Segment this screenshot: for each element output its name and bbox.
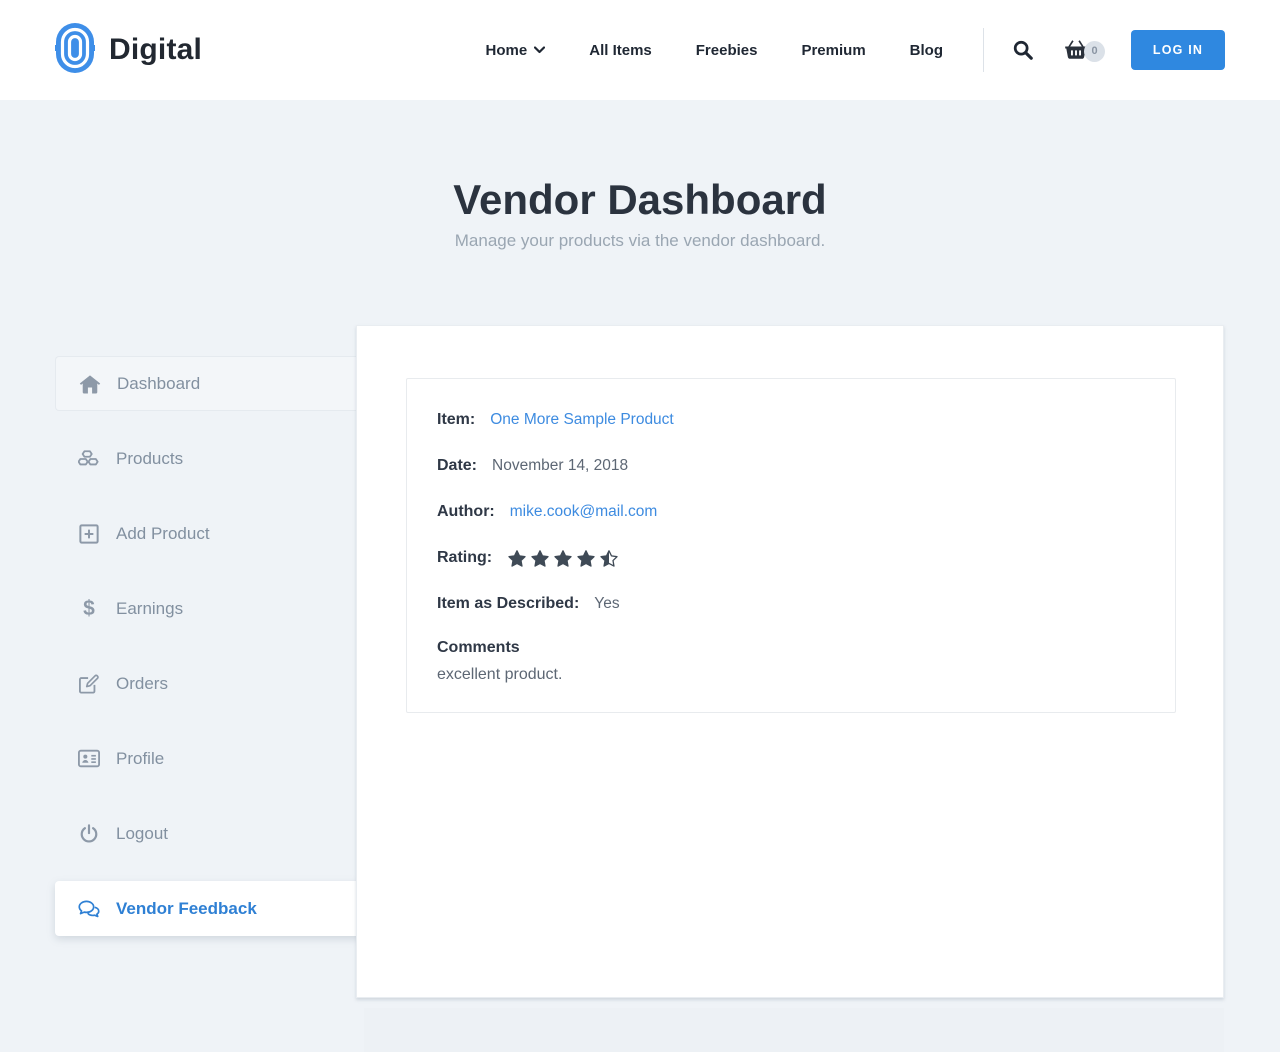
author-email-link[interactable]: mike.cook@mail.com	[510, 503, 658, 521]
sidebar-item-products[interactable]: Products	[55, 431, 366, 486]
plus-square-icon	[78, 524, 100, 544]
sidebar-item-profile[interactable]: Profile	[55, 731, 366, 786]
dollar-icon: $	[78, 598, 100, 619]
login-button[interactable]: LOG IN	[1131, 30, 1225, 70]
fingerprint-logo-icon	[55, 22, 95, 79]
nav-item-all-items[interactable]: All Items	[589, 42, 652, 59]
search-icon[interactable]	[1012, 39, 1034, 61]
nav-item-premium[interactable]: Premium	[801, 42, 865, 59]
sidebar-item-label: Add Product	[116, 524, 210, 544]
sidebar-item-orders[interactable]: Orders	[55, 656, 366, 711]
rating-label: Rating:	[437, 549, 492, 567]
sidebar-item-label: Orders	[116, 674, 168, 694]
sidebar-item-logout[interactable]: Logout	[55, 806, 366, 861]
comments-icon	[78, 899, 100, 919]
date-label: Date:	[437, 457, 477, 475]
comments-text: excellent product.	[437, 666, 1145, 684]
home-icon	[79, 374, 101, 394]
nav-divider	[983, 28, 984, 72]
nav-item-freebies[interactable]: Freebies	[696, 42, 758, 59]
brand-logo[interactable]: Digital	[55, 22, 202, 79]
cart-button[interactable]: 0	[1064, 39, 1105, 62]
feedback-author-row: Author: mike.cook@mail.com	[437, 501, 1145, 523]
sidebar-item-label: Earnings	[116, 599, 183, 619]
page-subtitle: Manage your products via the vendor dash…	[0, 231, 1280, 251]
feedback-described-row: Item as Described: Yes	[437, 593, 1145, 615]
feedback-panel: Item: One More Sample Product Date: Nove…	[356, 325, 1224, 998]
top-navbar: Digital Home All Items Freebies Premium …	[0, 0, 1280, 100]
date-value: November 14, 2018	[492, 457, 628, 475]
nav-item-home[interactable]: Home	[486, 42, 546, 59]
sidebar-item-dashboard[interactable]: Dashboard	[55, 356, 366, 411]
sidebar-item-vendor-feedback[interactable]: Vendor Feedback	[55, 881, 366, 936]
sidebar-item-label: Dashboard	[117, 374, 200, 394]
nav-item-blog[interactable]: Blog	[910, 42, 943, 59]
sidebar-item-label: Products	[116, 449, 183, 469]
item-link[interactable]: One More Sample Product	[490, 411, 674, 429]
author-label: Author:	[437, 503, 495, 521]
edit-icon	[78, 674, 100, 694]
feedback-date-row: Date: November 14, 2018	[437, 455, 1145, 477]
sidebar-item-add-product[interactable]: Add Product	[55, 506, 366, 561]
feedback-rating-row: Rating:	[437, 547, 1145, 569]
page-title: Vendor Dashboard	[0, 176, 1280, 224]
comments-heading: Comments	[437, 639, 1145, 657]
main-nav: Home All Items Freebies Premium Blog	[486, 42, 943, 59]
sidebar-item-earnings[interactable]: $ Earnings	[55, 581, 366, 636]
feedback-item-row: Item: One More Sample Product	[437, 409, 1145, 431]
page: Digital Home All Items Freebies Premium …	[0, 0, 1280, 1052]
brand-name: Digital	[109, 33, 202, 67]
vendor-sidebar: Dashboard Products Add Product $ Earning…	[55, 356, 366, 956]
sidebar-item-label: Logout	[116, 824, 168, 844]
power-icon	[78, 824, 100, 844]
feedback-card: Item: One More Sample Product Date: Nove…	[406, 378, 1176, 713]
sidebar-item-label: Vendor Feedback	[116, 899, 257, 919]
described-label: Item as Described:	[437, 595, 579, 613]
rating-stars	[507, 549, 619, 568]
cubes-icon	[78, 449, 100, 469]
id-card-icon	[78, 749, 100, 768]
chevron-down-icon	[534, 46, 545, 54]
next-section-block	[364, 1008, 1224, 1052]
sidebar-item-label: Profile	[116, 749, 164, 769]
cart-count-badge: 0	[1084, 41, 1105, 62]
described-value: Yes	[594, 595, 619, 613]
item-label: Item:	[437, 411, 475, 429]
